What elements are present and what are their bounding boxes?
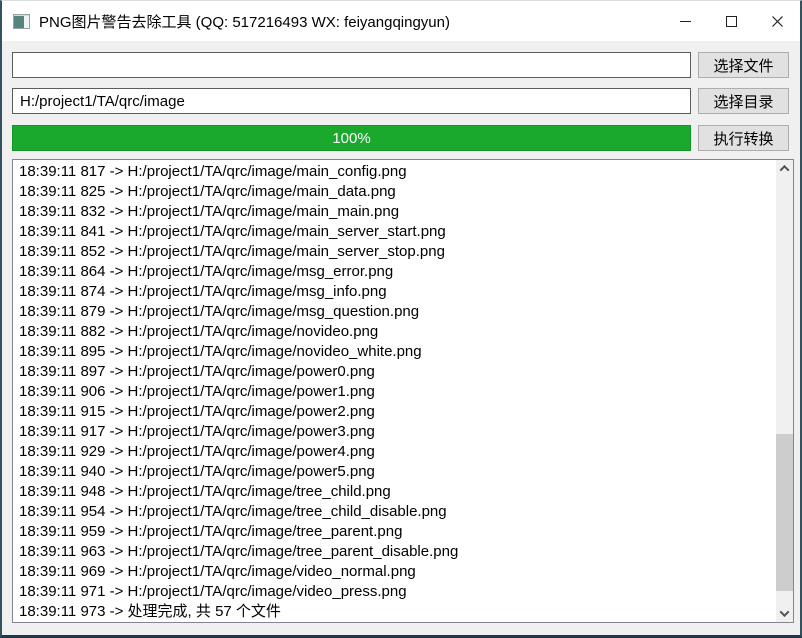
log-line: 18:39:11 832 -> H:/project1/TA/qrc/image… — [19, 202, 772, 222]
progress-label: 100% — [13, 126, 690, 150]
log-line: 18:39:11 817 -> H:/project1/TA/qrc/image… — [19, 162, 772, 182]
log-line: 18:39:11 959 -> H:/project1/TA/qrc/image… — [19, 522, 772, 542]
scroll-up-button[interactable] — [776, 160, 793, 177]
log-line: 18:39:11 906 -> H:/project1/TA/qrc/image… — [19, 382, 772, 402]
log-line: 18:39:11 963 -> H:/project1/TA/qrc/image… — [19, 542, 772, 562]
progress-bar: 100% — [12, 125, 691, 151]
log-line: 18:39:11 969 -> H:/project1/TA/qrc/image… — [19, 562, 772, 582]
close-icon — [771, 15, 784, 28]
chevron-down-icon — [780, 607, 790, 617]
scrollbar-thumb[interactable] — [776, 434, 793, 591]
app-window: PNG图片警告去除工具 (QQ: 517216493 WX: feiyangqi… — [0, 0, 802, 638]
log-line: 18:39:11 948 -> H:/project1/TA/qrc/image… — [19, 482, 772, 502]
select-directory-button[interactable]: 选择目录 — [698, 88, 789, 114]
log-scrollbar[interactable] — [776, 160, 793, 622]
maximize-button[interactable] — [708, 1, 754, 41]
log-line: 18:39:11 895 -> H:/project1/TA/qrc/image… — [19, 342, 772, 362]
scroll-down-button[interactable] — [776, 605, 793, 622]
app-icon — [13, 14, 30, 29]
log-line: 18:39:11 917 -> H:/project1/TA/qrc/image… — [19, 422, 772, 442]
minimize-button[interactable] — [662, 1, 708, 41]
select-file-button[interactable]: 选择文件 — [698, 52, 789, 78]
log-line: 18:39:11 864 -> H:/project1/TA/qrc/image… — [19, 262, 772, 282]
log-lines: 18:39:11 817 -> H:/project1/TA/qrc/image… — [13, 160, 776, 622]
log-line: 18:39:11 940 -> H:/project1/TA/qrc/image… — [19, 462, 772, 482]
log-line: 18:39:11 879 -> H:/project1/TA/qrc/image… — [19, 302, 772, 322]
log-line: 18:39:11 841 -> H:/project1/TA/qrc/image… — [19, 222, 772, 242]
maximize-icon — [726, 16, 737, 27]
log-line: 18:39:11 973 -> 处理完成, 共 57 个文件 — [19, 602, 772, 622]
close-button[interactable] — [754, 1, 800, 41]
log-line: 18:39:11 954 -> H:/project1/TA/qrc/image… — [19, 502, 772, 522]
window-title: PNG图片警告去除工具 (QQ: 517216493 WX: feiyangqi… — [39, 11, 450, 32]
minimize-icon — [680, 21, 691, 22]
titlebar: PNG图片警告去除工具 (QQ: 517216493 WX: feiyangqi… — [2, 1, 800, 41]
log-line: 18:39:11 915 -> H:/project1/TA/qrc/image… — [19, 402, 772, 422]
log-line: 18:39:11 929 -> H:/project1/TA/qrc/image… — [19, 442, 772, 462]
log-line: 18:39:11 874 -> H:/project1/TA/qrc/image… — [19, 282, 772, 302]
window-controls — [662, 1, 800, 41]
log-line: 18:39:11 825 -> H:/project1/TA/qrc/image… — [19, 182, 772, 202]
log-line: 18:39:11 897 -> H:/project1/TA/qrc/image… — [19, 362, 772, 382]
log-line: 18:39:11 852 -> H:/project1/TA/qrc/image… — [19, 242, 772, 262]
file-input[interactable] — [12, 52, 691, 78]
execute-convert-button[interactable]: 执行转换 — [698, 125, 789, 151]
log-line: 18:39:11 971 -> H:/project1/TA/qrc/image… — [19, 582, 772, 602]
log-line: 18:39:11 882 -> H:/project1/TA/qrc/image… — [19, 322, 772, 342]
directory-input[interactable] — [12, 88, 691, 114]
log-output[interactable]: 18:39:11 817 -> H:/project1/TA/qrc/image… — [12, 159, 794, 623]
chevron-up-icon — [780, 165, 790, 175]
